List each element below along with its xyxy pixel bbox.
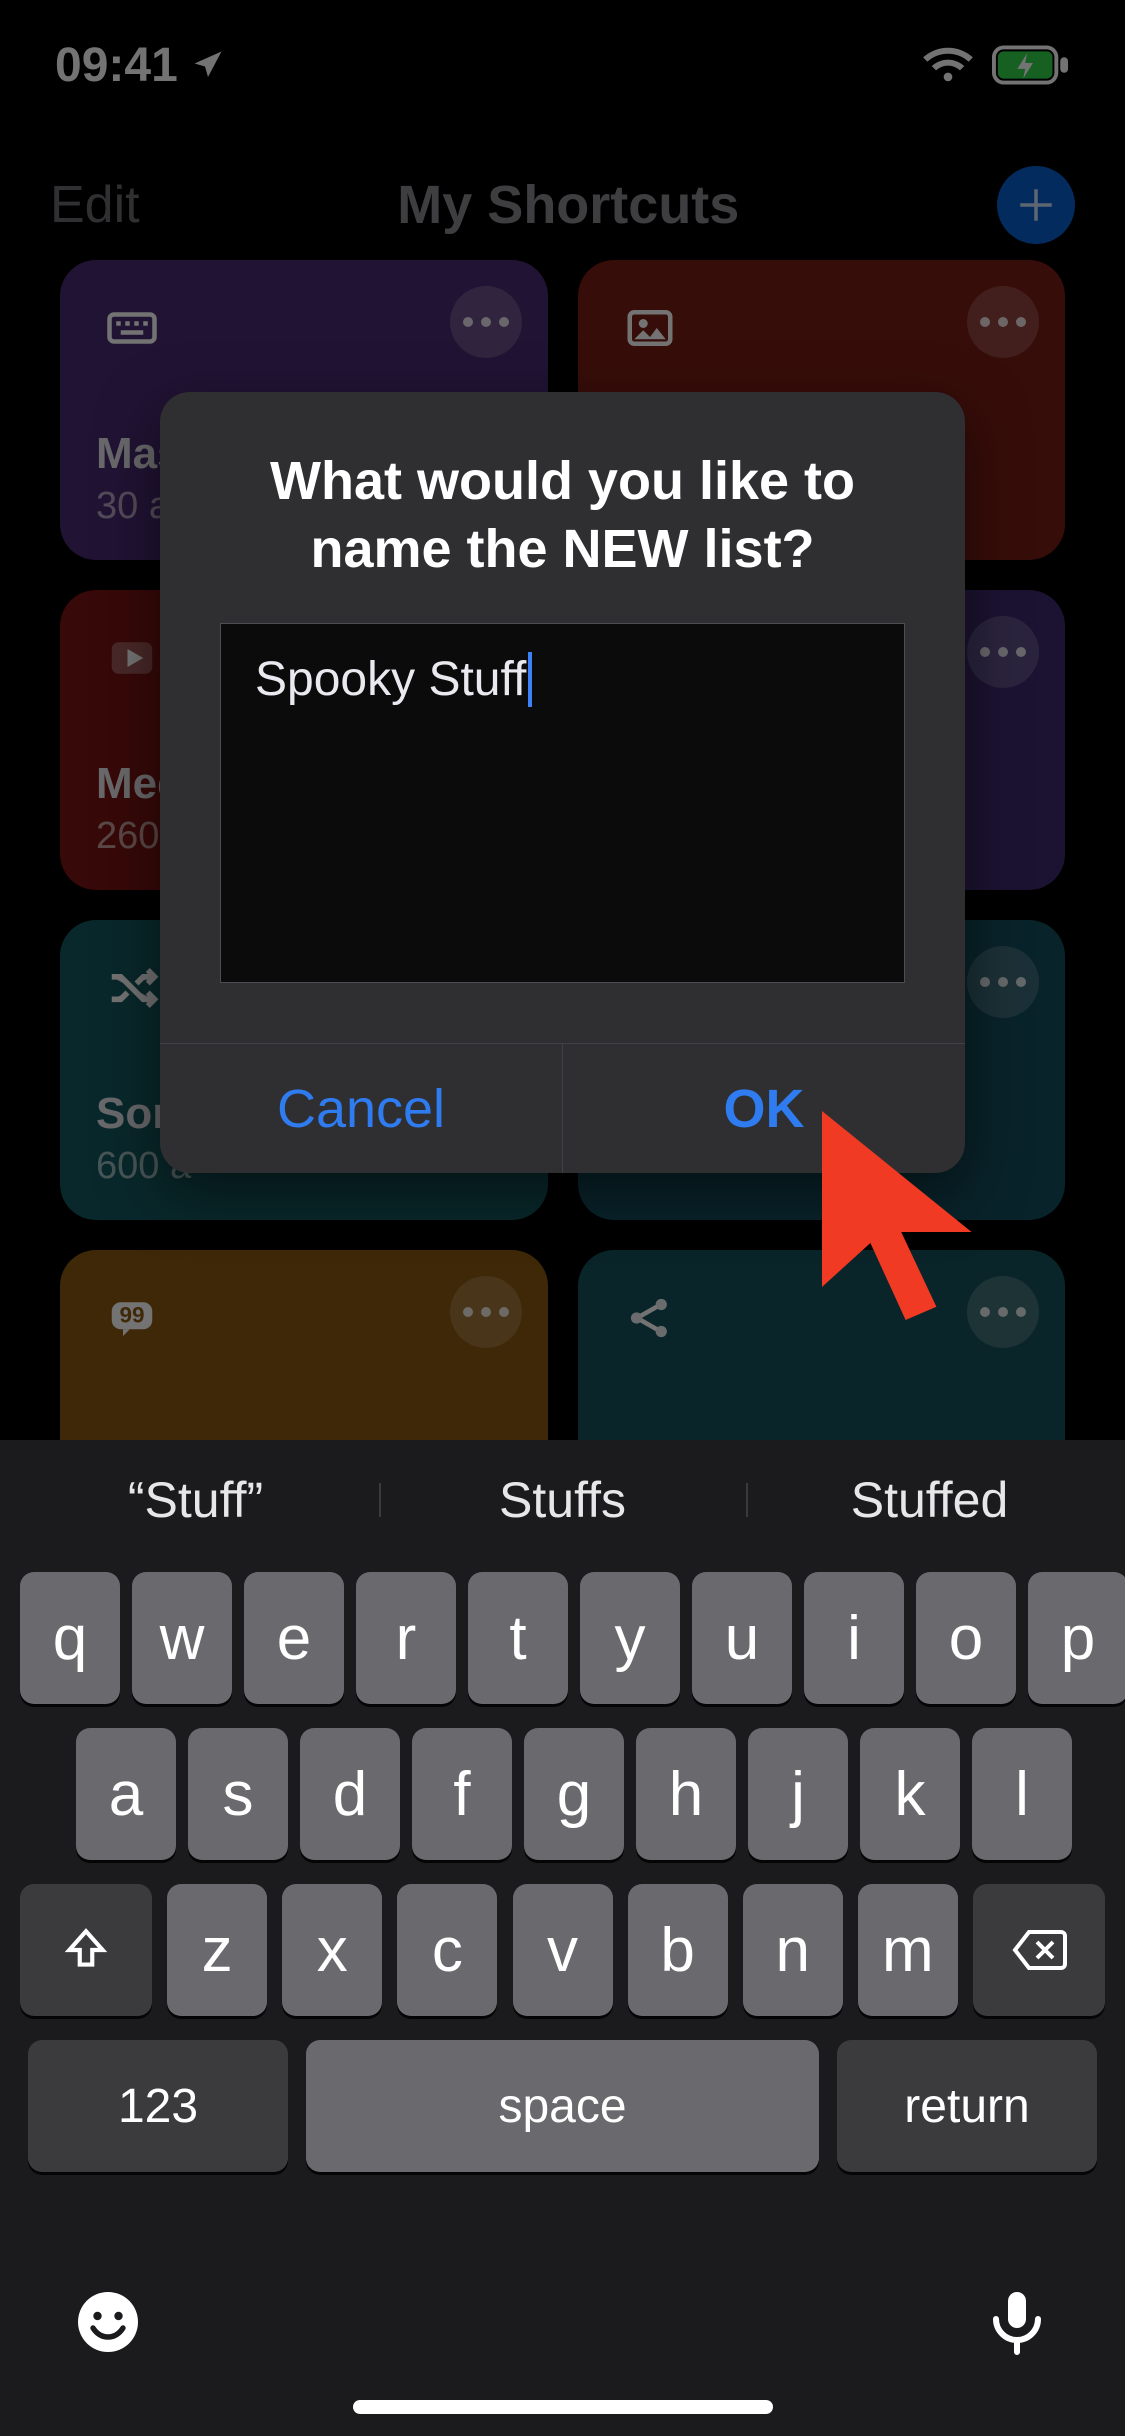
backspace-key[interactable] <box>973 1884 1105 2016</box>
key-w[interactable]: w <box>132 1572 232 1704</box>
key-n[interactable]: n <box>743 1884 843 2016</box>
key-l[interactable]: l <box>972 1728 1072 1860</box>
keyboard-row: a s d f g h j k l <box>20 1728 1105 1860</box>
home-indicator[interactable] <box>353 2400 773 2414</box>
keyboard-suggestions: “Stuff” Stuffs Stuffed <box>12 1440 1113 1560</box>
alert-text-input[interactable]: Spooky Stuff <box>220 623 905 983</box>
keyboard: “Stuff” Stuffs Stuffed q w e r t y u i o… <box>0 1440 1125 2436</box>
key-s[interactable]: s <box>188 1728 288 1860</box>
key-j[interactable]: j <box>748 1728 848 1860</box>
alert-dialog: What would you like to name the NEW list… <box>160 392 965 1173</box>
shift-key[interactable] <box>20 1884 152 2016</box>
keyboard-row: z x c v b n m <box>20 1884 1105 2016</box>
space-key[interactable]: space <box>306 2040 819 2172</box>
key-z[interactable]: z <box>167 1884 267 2016</box>
emoji-key[interactable] <box>72 2286 144 2363</box>
key-f[interactable]: f <box>412 1728 512 1860</box>
keyboard-row: 123 space return <box>20 2040 1105 2172</box>
suggestion[interactable]: “Stuff” <box>12 1471 379 1529</box>
key-k[interactable]: k <box>860 1728 960 1860</box>
key-o[interactable]: o <box>916 1572 1016 1704</box>
key-r[interactable]: r <box>356 1572 456 1704</box>
key-t[interactable]: t <box>468 1572 568 1704</box>
suggestion[interactable]: Stuffs <box>379 1471 746 1529</box>
key-h[interactable]: h <box>636 1728 736 1860</box>
keyboard-row: q w e r t y u i o p <box>20 1572 1105 1704</box>
key-u[interactable]: u <box>692 1572 792 1704</box>
dictation-key[interactable] <box>981 2286 1053 2363</box>
alert-title: What would you like to name the NEW list… <box>160 392 965 623</box>
cancel-button[interactable]: Cancel <box>160 1044 562 1173</box>
return-key[interactable]: return <box>837 2040 1097 2172</box>
cursor-pointer-overlay <box>800 1100 1020 1360</box>
key-d[interactable]: d <box>300 1728 400 1860</box>
key-q[interactable]: q <box>20 1572 120 1704</box>
numbers-key[interactable]: 123 <box>28 2040 288 2172</box>
suggestion[interactable]: Stuffed <box>746 1471 1113 1529</box>
alert-input-value: Spooky Stuff <box>255 652 532 707</box>
key-b[interactable]: b <box>628 1884 728 2016</box>
key-x[interactable]: x <box>282 1884 382 2016</box>
key-v[interactable]: v <box>513 1884 613 2016</box>
key-g[interactable]: g <box>524 1728 624 1860</box>
key-a[interactable]: a <box>76 1728 176 1860</box>
key-m[interactable]: m <box>858 1884 958 2016</box>
key-p[interactable]: p <box>1028 1572 1125 1704</box>
key-c[interactable]: c <box>397 1884 497 2016</box>
key-i[interactable]: i <box>804 1572 904 1704</box>
key-y[interactable]: y <box>580 1572 680 1704</box>
key-e[interactable]: e <box>244 1572 344 1704</box>
